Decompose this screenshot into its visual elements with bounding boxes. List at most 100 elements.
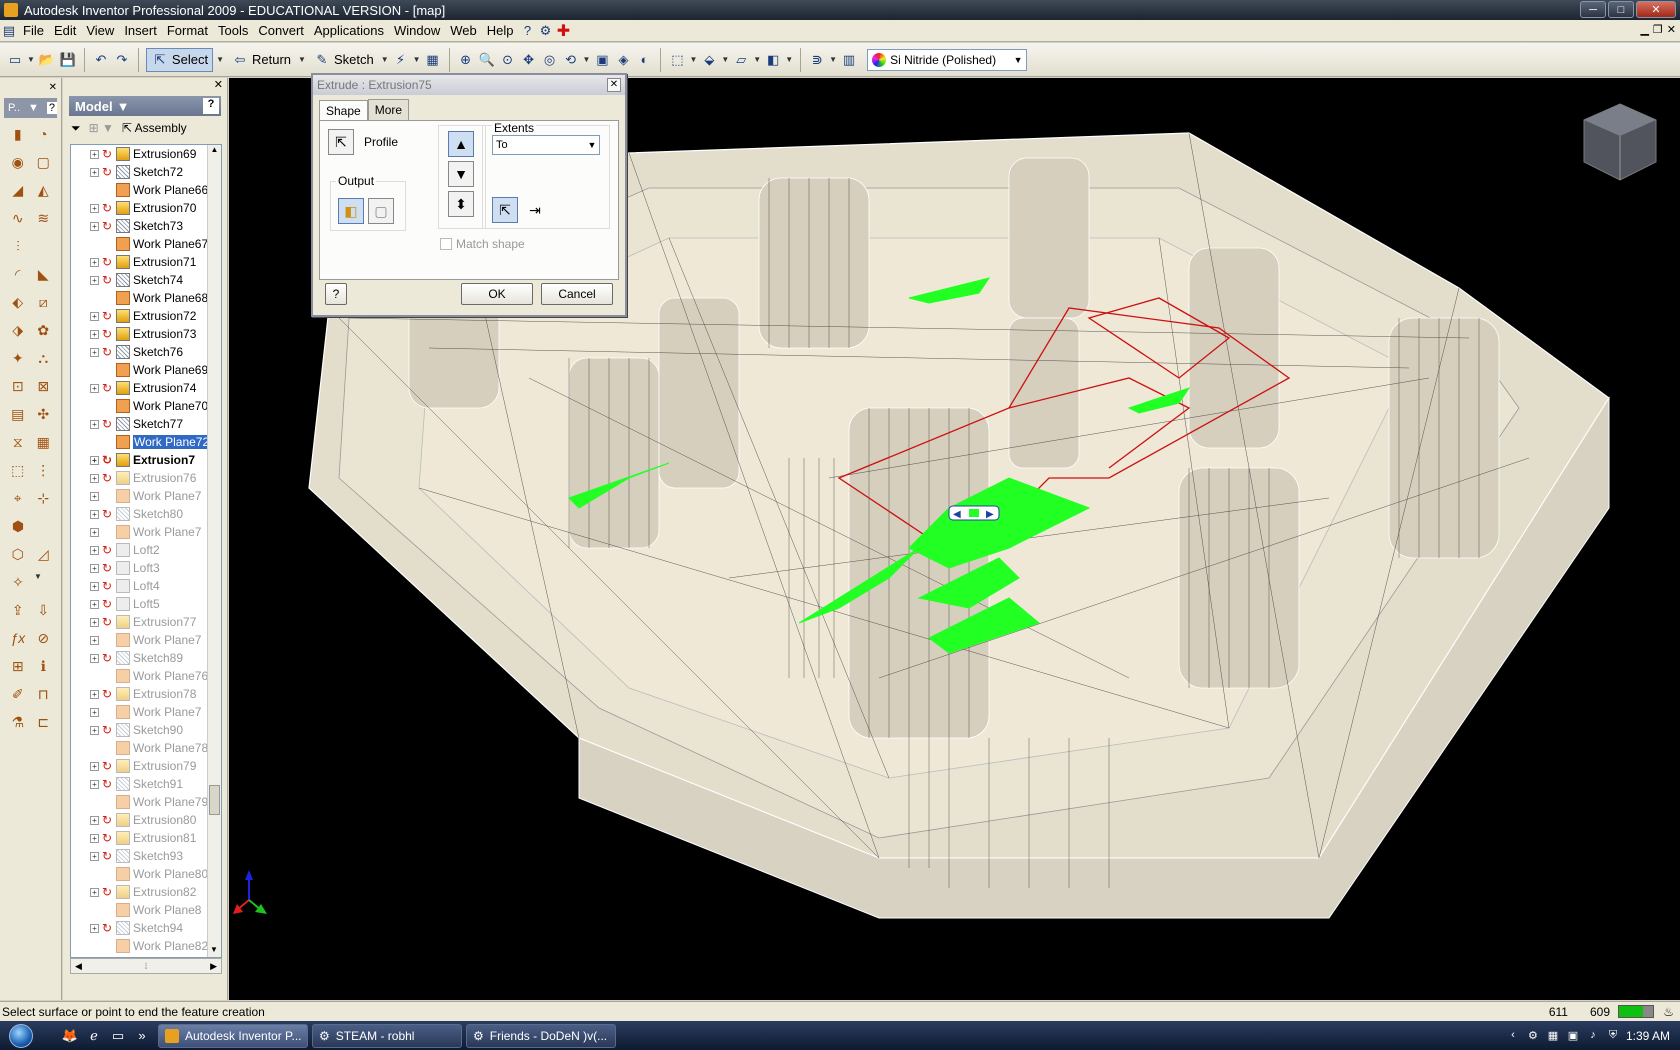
rect-pattern-icon[interactable]: ▦ (34, 432, 54, 452)
revolve-tool-icon[interactable]: ◔ (34, 124, 54, 144)
grounded-point-icon[interactable]: ⊹ (34, 488, 54, 508)
coil-tool-icon[interactable]: ≋ (34, 208, 54, 228)
tree-item[interactable]: + ↻ Extrusion7 (71, 451, 221, 469)
tree-options-icon[interactable]: ⊞ ▼ (89, 121, 114, 135)
promote-icon[interactable]: ⇪ (8, 600, 28, 620)
tree-item[interactable]: + ↻ Sketch91 (71, 775, 221, 793)
menu-insert[interactable]: Insert (119, 23, 162, 38)
work-axis-icon[interactable]: ⋮ (34, 460, 54, 480)
ucs-icon[interactable]: ⌖ (8, 488, 28, 508)
material-select[interactable]: Si Nitride (Polished) ▼ (867, 48, 1028, 71)
tree-item[interactable]: + ↻ Extrusion73 (71, 325, 221, 343)
shell-tool-icon[interactable]: ▢ (34, 152, 54, 172)
create-ifeature-icon[interactable]: ✐ (8, 684, 28, 704)
clock[interactable]: 1:39 AM (1626, 1029, 1670, 1043)
whats-this-icon[interactable]: ⚙ (537, 22, 555, 40)
minimize-button[interactable]: ─ (1580, 1, 1606, 18)
thread-tool-icon[interactable]: ⫶ (8, 236, 28, 256)
zoom-all-icon[interactable]: ⊕ (457, 51, 475, 69)
quicklaunch-more-icon[interactable]: » (132, 1026, 152, 1046)
demote-icon[interactable]: ⇩ (34, 600, 54, 620)
tree-item[interactable]: + ↻ Sketch94 (71, 919, 221, 937)
tree-item[interactable]: Work Plane67 (71, 235, 221, 253)
menu-window[interactable]: Window (389, 23, 445, 38)
expand-toggle-icon[interactable]: + (90, 851, 99, 861)
sketch-dropdown[interactable]: ▼ (381, 55, 389, 64)
direction-two-button[interactable]: ▼ (448, 161, 474, 187)
look-at-icon[interactable]: ▣ (593, 51, 611, 69)
measure-icon[interactable]: ▦ (424, 51, 442, 69)
zoom-window-icon[interactable]: 🔍 (478, 51, 496, 69)
firefox-icon[interactable]: 🦊 (60, 1026, 80, 1046)
sketch-button[interactable]: ✎ Sketch (309, 49, 378, 71)
tree-item[interactable]: + ↻ Sketch90 (71, 721, 221, 739)
rib-tool-icon[interactable]: ◢ (8, 180, 28, 200)
expand-toggle-icon[interactable]: + (90, 149, 99, 159)
delete-face-icon[interactable]: ⊠ (34, 376, 54, 396)
mirror-tool-icon[interactable]: ⧖ (8, 432, 28, 452)
expand-toggle-icon[interactable]: + (90, 329, 99, 339)
expand-toggle-icon[interactable]: + (90, 581, 99, 591)
emboss-tool-icon[interactable]: ✿ (34, 320, 54, 340)
tree-item[interactable]: Work Plane78 (71, 739, 221, 757)
section-dropdown[interactable]: ▼ (785, 55, 793, 64)
expand-toggle-icon[interactable]: + (90, 473, 99, 483)
tree-item[interactable]: + ↻ Extrusion76 (71, 469, 221, 487)
help-icon[interactable]: ? (519, 22, 537, 40)
expand-toggle-icon[interactable]: + (90, 347, 99, 357)
expand-toggle-icon[interactable]: + (90, 689, 99, 699)
tree-item[interactable]: Work Plane8 (71, 901, 221, 919)
end-of-part-icon[interactable]: ⋑ (808, 51, 826, 69)
open-icon[interactable]: 📂 (38, 51, 56, 69)
camera-dropdown[interactable]: ▼ (721, 55, 729, 64)
new-dropdown[interactable]: ▼ (27, 55, 35, 64)
shadow-icon[interactable]: ◐ (635, 51, 653, 69)
tray-steam-icon[interactable]: ⚙ (1526, 1029, 1540, 1043)
expand-toggle-icon[interactable]: + (90, 761, 99, 771)
taskbar-friends[interactable]: ⚙ Friends - DoDeN )v(... (466, 1023, 616, 1048)
select-button[interactable]: ⇱ Select (145, 47, 214, 72)
new-icon[interactable]: ▭ (6, 51, 24, 69)
menu-edit[interactable]: Edit (49, 23, 81, 38)
work-plane-icon[interactable]: ⬚ (8, 460, 28, 480)
tree-item[interactable]: Work Plane68 (71, 289, 221, 307)
panel-selector[interactable]: P.. ▼? (4, 98, 57, 118)
return-dropdown[interactable]: ▼ (298, 55, 306, 64)
properties-icon[interactable]: ▥ (840, 51, 858, 69)
tree-item[interactable]: + ↻ Sketch93 (71, 847, 221, 865)
panel-close-icon[interactable]: ✕ (49, 82, 57, 93)
tree-item[interactable]: + ↻ Extrusion70 (71, 199, 221, 217)
match-shape-row[interactable]: Match shape (440, 237, 525, 251)
tree-item[interactable]: + ↻ Sketch89 (71, 649, 221, 667)
tree-item[interactable]: + ↻ Extrusion82 (71, 883, 221, 901)
match-shape-checkbox[interactable] (440, 238, 452, 250)
move-face-icon[interactable]: ⬗ (8, 320, 28, 340)
expand-toggle-icon[interactable]: + (90, 509, 99, 519)
shaded-display-icon[interactable]: ◈ (614, 51, 632, 69)
tree-item[interactable]: + ↻ Extrusion71 (71, 253, 221, 271)
tree-item[interactable]: + ↻ Sketch73 (71, 217, 221, 235)
tree-item[interactable]: + ↻ Extrusion69 (71, 145, 221, 163)
direction-one-button[interactable]: ▲ (448, 131, 474, 157)
cancel-button[interactable]: Cancel (541, 283, 613, 305)
undo-icon[interactable]: ↶ (92, 51, 110, 69)
menu-applications[interactable]: Applications (309, 23, 389, 38)
update-dropdown[interactable]: ▼ (413, 55, 421, 64)
expand-toggle-icon[interactable]: + (90, 887, 99, 897)
tree-item[interactable]: + Work Plane7 (71, 487, 221, 505)
expand-toggle-icon[interactable]: + (90, 455, 99, 465)
save-icon[interactable]: 💾 (59, 51, 77, 69)
split-tool-icon[interactable]: ⧄ (34, 292, 54, 312)
assembly-button[interactable]: ⇱ Assembly (122, 121, 187, 135)
ok-button[interactable]: OK (461, 283, 533, 305)
browser-title-bar[interactable]: Model ▼? (69, 96, 221, 116)
expand-toggle-icon[interactable]: + (90, 545, 99, 555)
expand-toggle-icon[interactable]: + (90, 527, 99, 537)
menu-convert[interactable]: Convert (253, 23, 309, 38)
symmetric-button[interactable]: ⬍ (448, 191, 474, 217)
taskbar-inventor[interactable]: Autodesk Inventor P... (158, 1023, 308, 1048)
expand-toggle-icon[interactable]: + (90, 653, 99, 663)
derived-component-icon[interactable]: ⛬ (34, 348, 54, 368)
tree-item[interactable]: + ↻ Extrusion77 (71, 613, 221, 631)
doc-restore-button[interactable]: ❐ (1653, 23, 1663, 36)
